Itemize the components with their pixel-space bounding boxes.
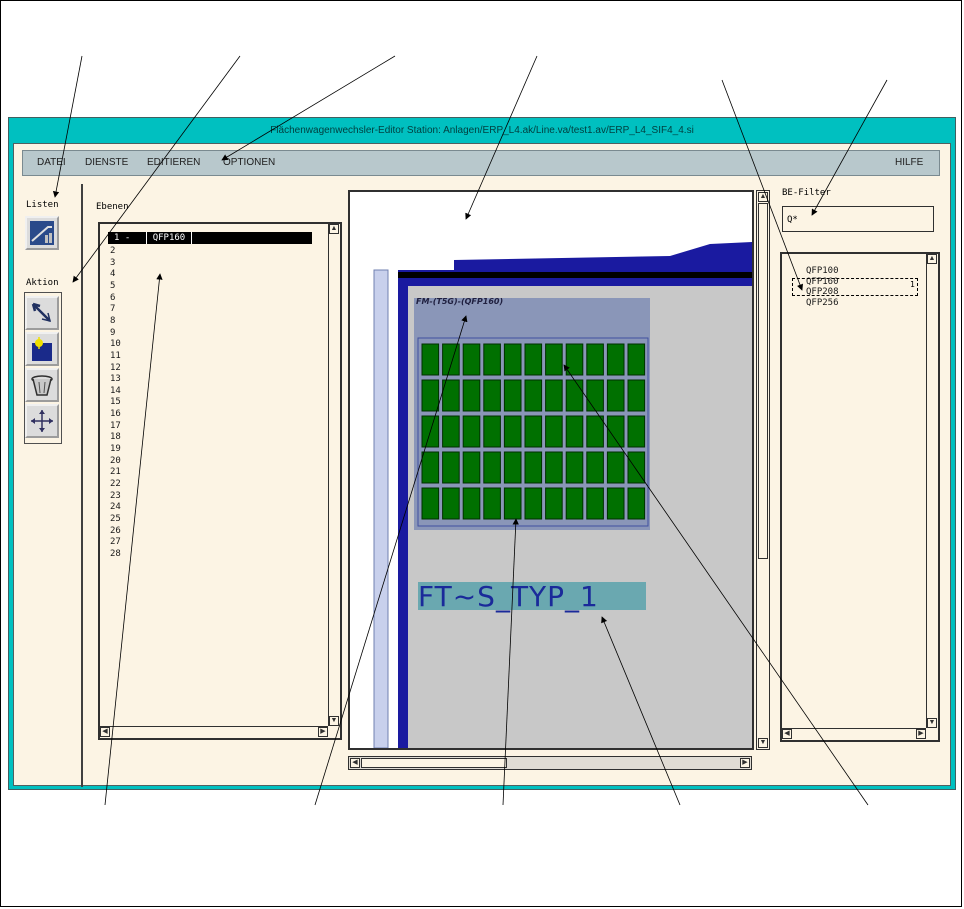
annotation-leader-line (465, 55, 538, 220)
annotation-leader-line (563, 364, 869, 806)
annotation-leader-line (811, 79, 888, 216)
annotation-leader-line (314, 315, 468, 806)
annotation-leader-line (52, 55, 83, 198)
annotation-leader-line (502, 518, 519, 806)
annotation-leader-line (104, 273, 163, 806)
annotation-lines (52, 55, 888, 806)
annotation-leader-line (601, 616, 681, 806)
annotation-leader-line (72, 55, 241, 283)
annotation-leader-line (721, 79, 803, 291)
annotation-leader-line (221, 55, 396, 161)
